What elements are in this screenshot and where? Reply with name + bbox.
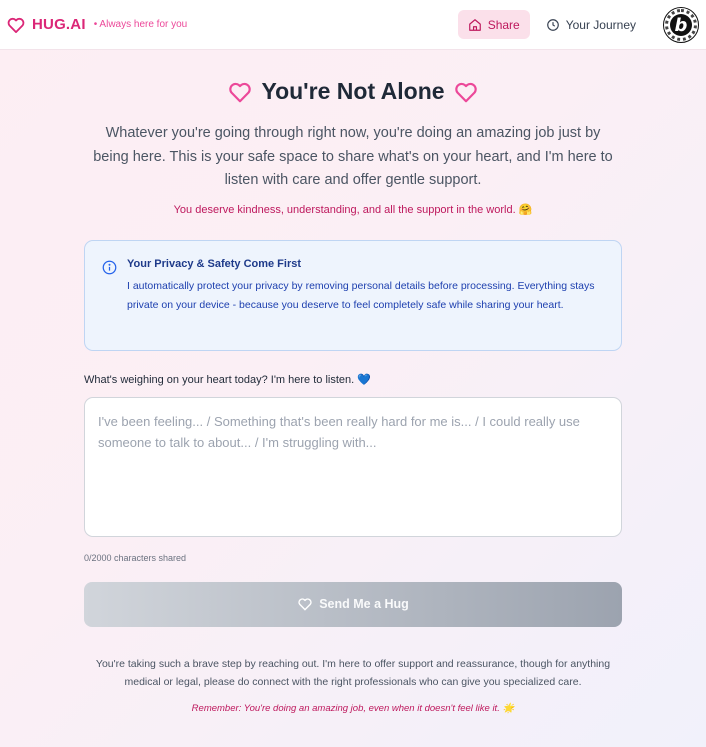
main-nav: Share Your Journey <box>452 10 646 39</box>
nav-journey-label: Your Journey <box>565 17 636 32</box>
nav-share-label: Share <box>487 17 520 32</box>
brand-name: HUG.AI <box>32 16 86 33</box>
intro-text: Whatever you're going through right now,… <box>93 125 613 188</box>
affirmation-text: You deserve kindness, understanding, and… <box>173 203 533 216</box>
privacy-notice: Your Privacy & Safety Come First I autom… <box>84 239 622 351</box>
send-hug-label: Send Me a Hug <box>319 597 409 611</box>
brand-tagline: • Always here for you <box>93 19 188 30</box>
share-textarea[interactable] <box>84 396 622 537</box>
prompt-label: What's weighing on your heart today? I'm… <box>84 373 371 386</box>
disclaimer-text: You're taking such a brave step by reach… <box>95 657 611 689</box>
heart-icon <box>297 596 313 612</box>
privacy-title: Your Privacy & Safety Come First <box>127 257 302 270</box>
character-counter: 0/2000 characters shared <box>84 552 187 563</box>
built-with-badge[interactable]: b <box>663 7 699 43</box>
page-title-row: You're Not Alone <box>84 78 622 105</box>
nav-journey-button[interactable]: Your Journey <box>536 10 646 39</box>
info-icon <box>102 260 117 275</box>
share-panel: You're Not Alone Whatever you're going t… <box>84 78 622 714</box>
heart-icon <box>227 79 253 105</box>
heart-icon <box>6 15 26 35</box>
heart-icon <box>453 79 479 105</box>
page-title: You're Not Alone <box>261 78 445 104</box>
send-hug-button[interactable]: Send Me a Hug <box>84 581 622 627</box>
brand-logo[interactable]: HUG.AI • Always here for you <box>6 15 187 35</box>
nav-share-button[interactable]: Share <box>457 10 530 39</box>
clock-icon <box>546 18 560 32</box>
badge-ring <box>665 9 697 41</box>
reminder-text: Remember: You're doing an amazing job, e… <box>191 702 515 714</box>
app-header: HUG.AI • Always here for you Share Your … <box>0 0 706 50</box>
privacy-body: I automatically protect your privacy by … <box>127 279 595 311</box>
home-icon <box>468 18 482 32</box>
